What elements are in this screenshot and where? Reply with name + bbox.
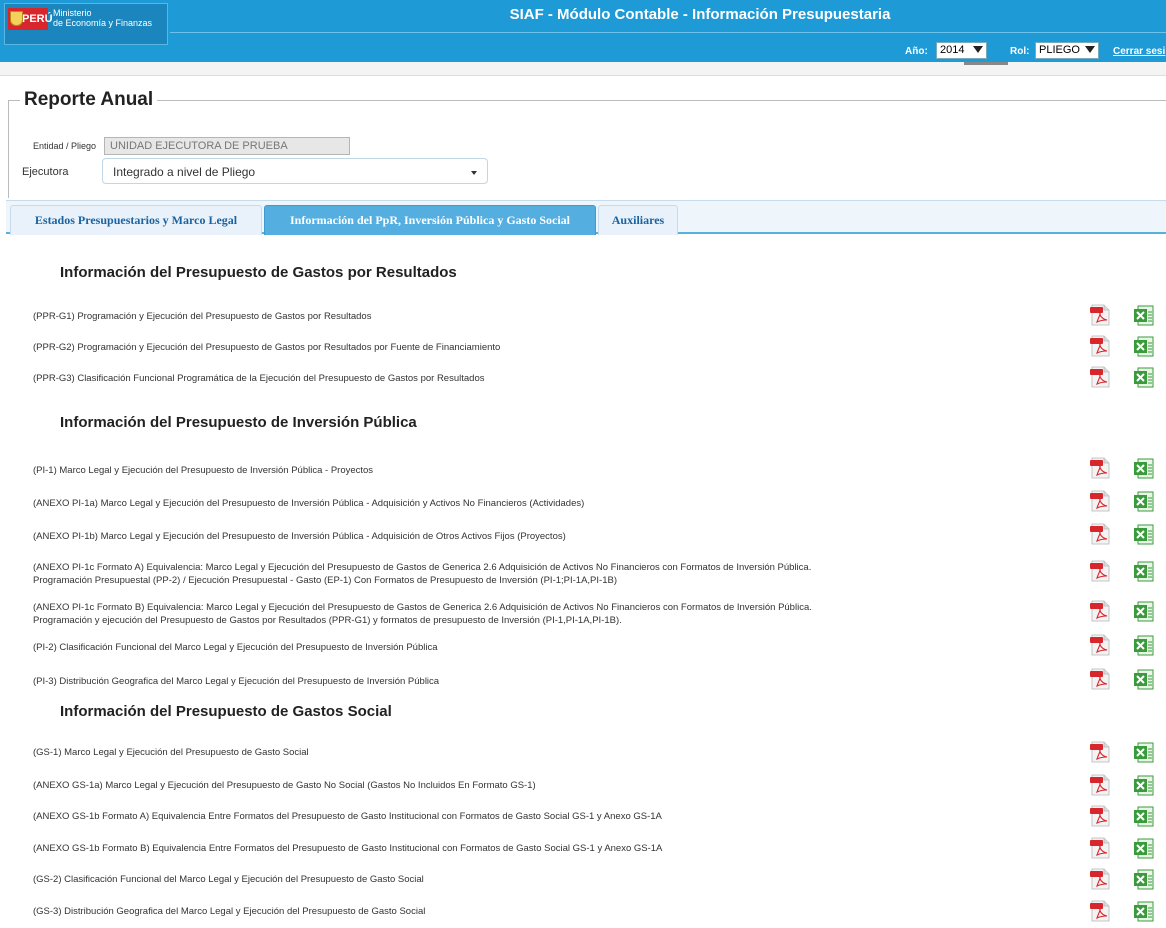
- report-row-anexo-gs-1a: (ANEXO GS-1a) Marco Legal y Ejecución de…: [33, 780, 536, 791]
- logo-ministry: Ministerio de Economía y Finanzas: [53, 8, 152, 28]
- pdf-download-icon[interactable]: [1090, 634, 1110, 656]
- excel-download-icon[interactable]: [1134, 868, 1154, 890]
- report-row-ppr-g2: (PPR-G2) Programación y Ejecución del Pr…: [33, 342, 501, 353]
- report-row-anexo-pi-1c-a-line2: Programación Presupuestal (PP-2) / Ejecu…: [33, 575, 617, 586]
- year-select[interactable]: 2014: [936, 42, 987, 59]
- entidad-field: UNIDAD EJECUTORA DE PRUEBA: [104, 137, 350, 155]
- pdf-download-icon[interactable]: [1090, 600, 1110, 622]
- section-title-ppr: Información del Presupuesto de Gastos po…: [60, 264, 457, 281]
- pdf-download-icon[interactable]: [1090, 805, 1110, 827]
- role-value: PLIEGO: [1039, 44, 1080, 56]
- tab-auxiliares[interactable]: Auxiliares: [598, 205, 678, 235]
- report-row-anexo-pi-1c-b: (ANEXO PI-1c Formato B) Equivalencia: Ma…: [33, 601, 812, 627]
- header-divider: [170, 32, 1166, 33]
- report-row-anexo-pi-1c-b-line1: (ANEXO PI-1c Formato B) Equivalencia: Ma…: [33, 602, 812, 613]
- excel-download-icon[interactable]: [1134, 600, 1154, 622]
- report-row-anexo-pi-1a: (ANEXO PI-1a) Marco Legal y Ejecución de…: [33, 498, 585, 509]
- year-value: 2014: [940, 44, 965, 56]
- report-row-pi-2: (PI-2) Clasificación Funcional del Marco…: [33, 642, 438, 653]
- report-row-ppr-g3: (PPR-G3) Clasificación Funcional Program…: [33, 373, 485, 384]
- excel-download-icon[interactable]: [1134, 668, 1154, 690]
- logout-link[interactable]: Cerrar sesi: [1113, 46, 1165, 57]
- page-title: Reporte Anual: [20, 89, 158, 111]
- excel-download-icon[interactable]: [1134, 900, 1154, 922]
- pdf-download-icon[interactable]: [1090, 366, 1110, 388]
- report-row-gs-3: (GS-3) Distribución Geografica del Marco…: [33, 906, 426, 917]
- pdf-download-icon[interactable]: [1090, 457, 1110, 479]
- pdf-download-icon[interactable]: [1090, 900, 1110, 922]
- excel-download-icon[interactable]: [1134, 366, 1154, 388]
- ejecutora-select[interactable]: Integrado a nivel de Pliego: [102, 158, 488, 184]
- pdf-download-icon[interactable]: [1090, 490, 1110, 512]
- logo-ministry-line2: de Economía y Finanzas: [53, 18, 153, 28]
- excel-download-icon[interactable]: [1134, 335, 1154, 357]
- report-row-pi-3: (PI-3) Distribución Geografica del Marco…: [33, 676, 440, 687]
- pdf-download-icon[interactable]: [1090, 868, 1110, 890]
- pdf-download-icon[interactable]: [1090, 304, 1110, 326]
- pdf-download-icon[interactable]: [1090, 668, 1110, 690]
- pdf-download-icon[interactable]: [1090, 741, 1110, 763]
- chevron-down-icon: [973, 46, 983, 53]
- subbar-indicator: [964, 62, 1008, 65]
- excel-download-icon[interactable]: [1134, 837, 1154, 859]
- logo-country: PERÚ: [22, 13, 53, 25]
- chevron-down-icon: [471, 171, 477, 175]
- tab-bar: Estados Presupuestarios y Marco Legal In…: [6, 200, 1166, 235]
- app-title: SIAF - Módulo Contable - Información Pre…: [509, 6, 891, 23]
- pdf-download-icon[interactable]: [1090, 523, 1110, 545]
- logo-ministry-line1: Ministerio: [53, 8, 92, 18]
- ministry-logo: PERÚ Ministerio de Economía y Finanzas: [4, 3, 168, 45]
- report-row-gs-1: (GS-1) Marco Legal y Ejecución del Presu…: [33, 747, 309, 758]
- excel-download-icon[interactable]: [1134, 457, 1154, 479]
- chevron-down-icon: [1085, 46, 1095, 53]
- excel-download-icon[interactable]: [1134, 523, 1154, 545]
- coat-of-arms-icon: [10, 11, 23, 26]
- app-header: PERÚ Ministerio de Economía y Finanzas S…: [0, 0, 1166, 62]
- peru-flag: PERÚ: [8, 8, 53, 30]
- report-row-anexo-gs-1b-a: (ANEXO GS-1b Formato A) Equivalencia Ent…: [33, 811, 662, 822]
- report-row-anexo-pi-1c-b-line2: Programación y ejecución del Presupuesto…: [33, 615, 622, 626]
- report-row-anexo-gs-1b-b: (ANEXO GS-1b Formato B) Equivalencia Ent…: [33, 843, 663, 854]
- pdf-download-icon[interactable]: [1090, 837, 1110, 859]
- role-label: Rol:: [1010, 46, 1030, 57]
- pdf-download-icon[interactable]: [1090, 560, 1110, 582]
- section-title-gasto-social: Información del Presupuesto de Gastos So…: [60, 703, 392, 720]
- excel-download-icon[interactable]: [1134, 774, 1154, 796]
- report-row-ppr-g1: (PPR-G1) Programación y Ejecución del Pr…: [33, 311, 372, 322]
- report-row-anexo-pi-1c-a: (ANEXO PI-1c Formato A) Equivalencia: Ma…: [33, 561, 811, 587]
- excel-download-icon[interactable]: [1134, 490, 1154, 512]
- pdf-download-icon[interactable]: [1090, 335, 1110, 357]
- year-label: Año:: [905, 46, 928, 57]
- excel-download-icon[interactable]: [1134, 805, 1154, 827]
- header-subbar: [0, 62, 1166, 76]
- role-select[interactable]: PLIEGO: [1035, 42, 1099, 59]
- report-row-anexo-pi-1c-a-line1: (ANEXO PI-1c Formato A) Equivalencia: Ma…: [33, 562, 812, 573]
- excel-download-icon[interactable]: [1134, 560, 1154, 582]
- excel-download-icon[interactable]: [1134, 304, 1154, 326]
- excel-download-icon[interactable]: [1134, 634, 1154, 656]
- tab-estados-presupuestarios[interactable]: Estados Presupuestarios y Marco Legal: [10, 205, 262, 235]
- pdf-download-icon[interactable]: [1090, 774, 1110, 796]
- section-title-inversion: Información del Presupuesto de Inversión…: [60, 414, 417, 431]
- report-row-gs-2: (GS-2) Clasificación Funcional del Marco…: [33, 874, 424, 885]
- ejecutora-label: Ejecutora: [22, 166, 69, 178]
- ejecutora-value: Integrado a nivel de Pliego: [113, 165, 256, 179]
- report-row-anexo-pi-1b: (ANEXO PI-1b) Marco Legal y Ejecución de…: [33, 531, 566, 542]
- tab-ppr-inversion-gasto-social[interactable]: Información del PpR, Inversión Pública y…: [264, 205, 596, 235]
- excel-download-icon[interactable]: [1134, 741, 1154, 763]
- report-row-pi-1: (PI-1) Marco Legal y Ejecución del Presu…: [33, 465, 374, 476]
- entidad-label: Entidad / Pliego: [33, 141, 97, 151]
